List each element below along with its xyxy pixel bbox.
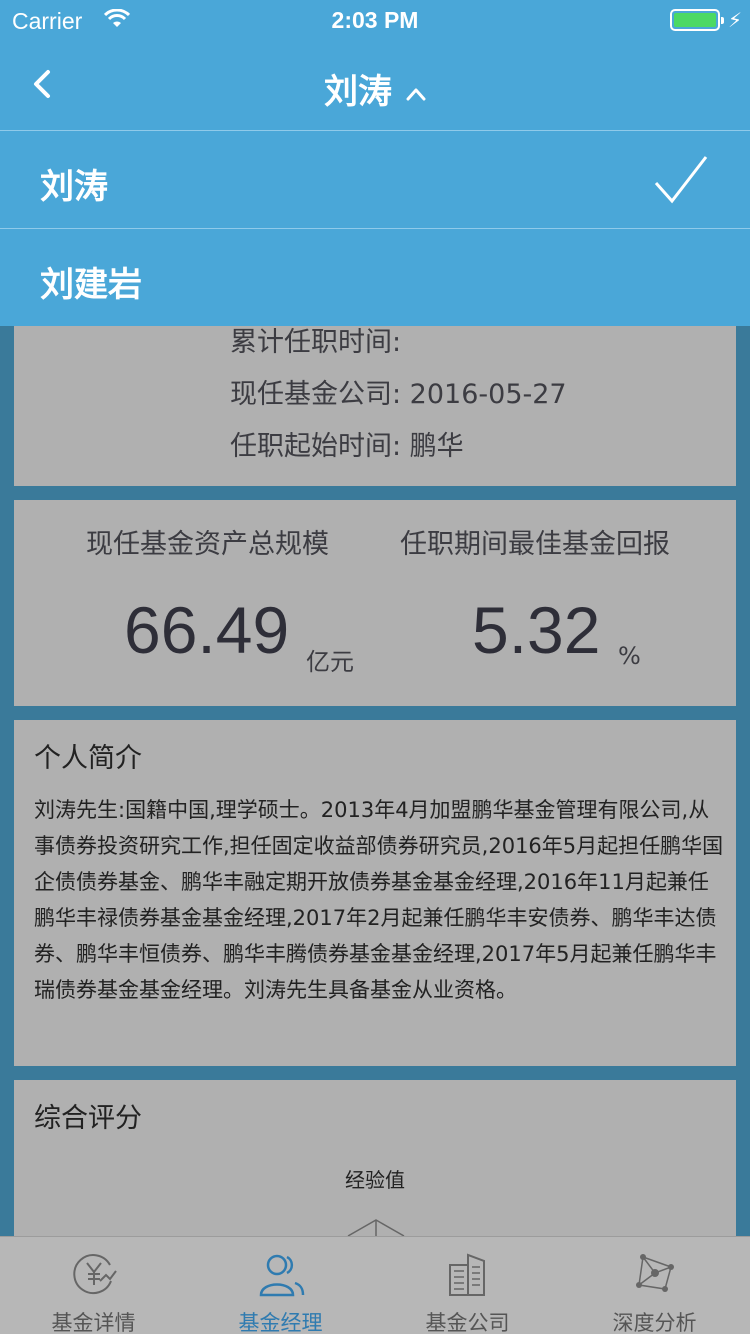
tab-fund-manager[interactable]: 基金经理	[187, 1237, 374, 1334]
tab-deep-analysis[interactable]: 深度分析	[561, 1237, 748, 1334]
manager-info-card: 累计任职时间: 现任基金公司: 2016-05-27 任职起始时间: 鹏华	[14, 300, 736, 486]
profile-title: 个人简介	[34, 743, 142, 774]
clock: 2:03 PM	[331, 7, 419, 33]
charging-icon: ⚡	[728, 8, 743, 32]
checkmark-icon	[654, 156, 708, 204]
dropdown-item-liutao[interactable]: 刘涛	[0, 130, 750, 228]
nav-title-dropdown-toggle[interactable]: 刘涛	[0, 64, 750, 113]
start-date-row: 任职起始时间: 鹏华	[230, 431, 464, 462]
total-assets-unit: 亿元	[306, 648, 354, 676]
best-return-value: 5.32	[472, 593, 601, 667]
tab-bar: 基金详情 基金经理 基金公司 深度分析	[0, 1236, 750, 1334]
total-assets-label: 现任基金资产总规模	[86, 529, 329, 560]
tab-label: 基金公司	[425, 1311, 510, 1334]
dropdown-item-liujianyan[interactable]: 刘建岩	[0, 228, 750, 326]
radar-chart	[347, 1219, 405, 1238]
dropdown-item-label: 刘涛	[40, 167, 108, 207]
rating-title: 综合评分	[34, 1103, 142, 1134]
best-return-unit: %	[618, 642, 641, 670]
current-company-row: 现任基金公司: 2016-05-27	[230, 379, 567, 410]
manager-dropdown: 刘涛 刘建岩	[0, 130, 750, 326]
tab-label: 基金经理	[238, 1311, 323, 1334]
tab-fund-details[interactable]: 基金详情	[0, 1237, 187, 1334]
tab-fund-company[interactable]: 基金公司	[374, 1237, 561, 1334]
best-return-label: 任职期间最佳基金回报	[400, 529, 670, 560]
chevron-up-icon	[406, 88, 426, 100]
radar-axis-label: 经验值	[345, 1168, 405, 1192]
tab-label: 基金详情	[51, 1311, 136, 1334]
profile-card: 个人简介 刘涛先生:国籍中国,理学硕士。2013年4月加盟鹏华基金管理有限公司,…	[14, 720, 736, 1066]
status-bar: Carrier 2:03 PM ⚡	[0, 0, 750, 40]
tab-label: 深度分析	[612, 1311, 697, 1334]
stats-card: 现任基金资产总规模 66.49 亿元 任职期间最佳基金回报 5.32 %	[14, 500, 736, 706]
battery-icon	[670, 9, 724, 31]
nav-title: 刘涛	[324, 72, 392, 112]
navigation-bar: Carrier 2:03 PM ⚡ 刘涛	[0, 0, 750, 130]
building-icon	[449, 1253, 485, 1296]
people-icon	[259, 1254, 305, 1297]
network-icon	[636, 1254, 674, 1292]
total-assets-value: 66.49	[124, 593, 290, 667]
yen-chart-icon	[73, 1254, 117, 1295]
dropdown-item-label: 刘建岩	[40, 265, 142, 305]
profile-text: 刘涛先生:国籍中国,理学硕士。2013年4月加盟鹏华基金管理有限公司,从事债券投…	[34, 798, 724, 1002]
